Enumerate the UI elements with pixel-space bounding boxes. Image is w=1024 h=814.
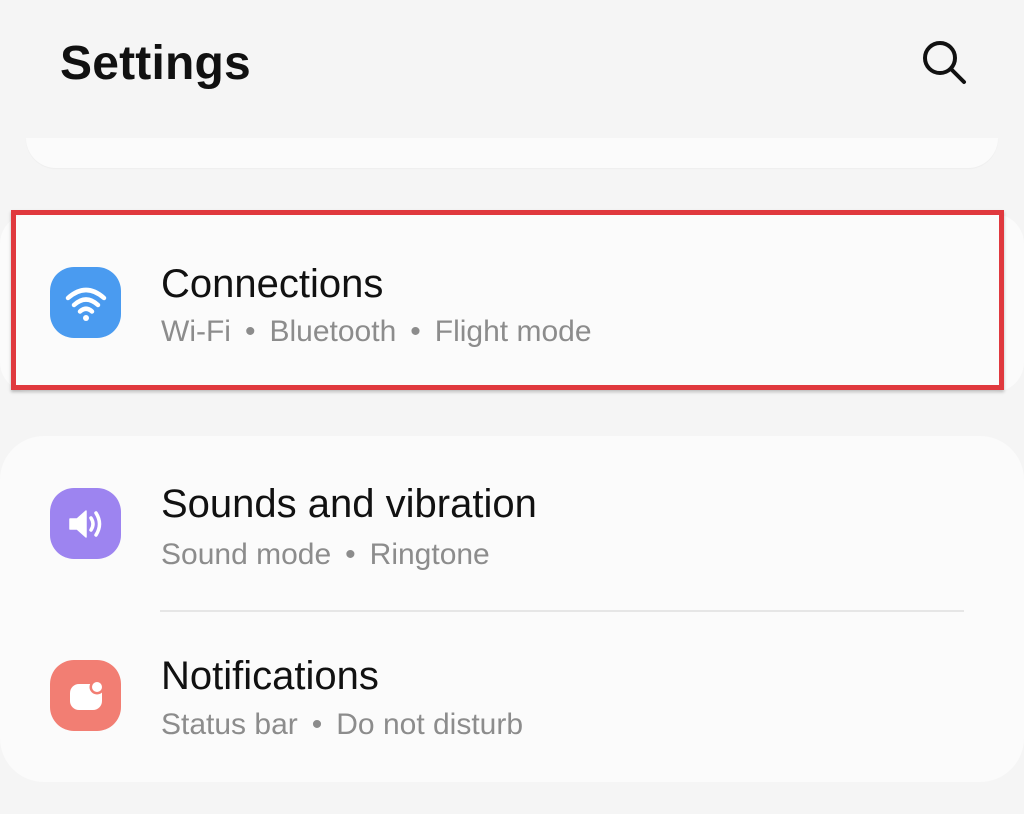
subtitle-part: Sound mode — [161, 538, 332, 571]
subtitle-part: Status bar — [161, 708, 298, 741]
item-subtitle: Wi-Fi • Bluetooth • Flight mode — [161, 315, 592, 349]
subtitle-part: Bluetooth — [269, 315, 397, 348]
previous-card-edge — [26, 138, 998, 168]
item-title: Sounds and vibration — [161, 482, 537, 526]
item-subtitle: Status bar • Do not disturb — [161, 708, 523, 742]
volume-icon — [50, 488, 121, 559]
search-button[interactable] — [918, 36, 970, 88]
subtitle-part: Ringtone — [369, 538, 490, 571]
wifi-icon — [50, 267, 121, 338]
separator-dot: • — [244, 315, 256, 348]
list-divider — [160, 610, 964, 612]
subtitle-part: Do not disturb — [336, 708, 524, 741]
separator-dot: • — [410, 315, 421, 348]
separator-dot: • — [311, 708, 323, 741]
settings-item-connections[interactable]: Connections Wi-Fi • Bluetooth • Flight mode — [0, 240, 1024, 370]
settings-item-notifications[interactable]: Notifications Status bar • Do not disturb — [0, 634, 1024, 764]
subtitle-part: Flight mode — [434, 315, 592, 348]
settings-item-sounds-and-vibration[interactable]: Sounds and vibration Sound mode • Ringtone — [0, 462, 1024, 592]
item-subtitle: Sound mode • Ringtone — [161, 538, 490, 572]
notification-badge-icon — [50, 660, 121, 731]
page-title: Settings — [60, 37, 251, 90]
separator-dot: • — [345, 538, 356, 571]
subtitle-part: Wi-Fi — [161, 315, 231, 348]
settings-screen: Settings Connections Wi-Fi • Bluetooth • Fli… — [0, 0, 1024, 814]
item-title: Connections — [161, 262, 384, 306]
search-icon — [923, 41, 966, 84]
item-title: Notifications — [161, 654, 379, 698]
